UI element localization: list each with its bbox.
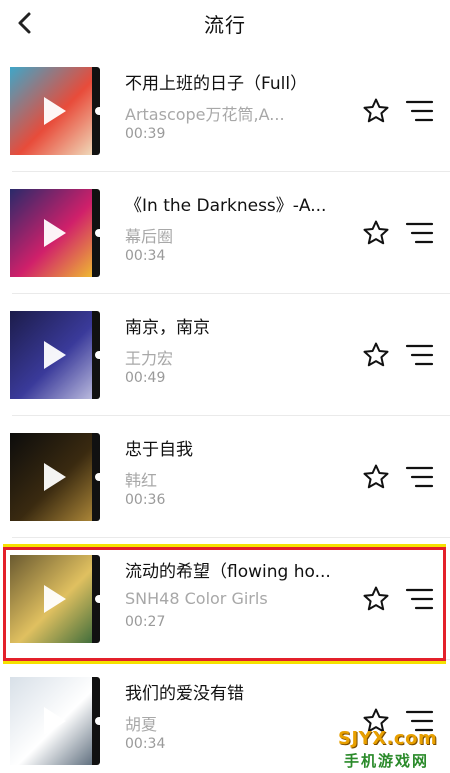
- album-cover[interactable]: [10, 433, 100, 521]
- favorite-button[interactable]: [362, 97, 390, 125]
- header-bar: 流行: [0, 0, 450, 46]
- add-to-list-button[interactable]: [404, 463, 434, 491]
- song-row[interactable]: 忠于自我 韩红 00:36: [0, 416, 450, 538]
- add-to-list-button[interactable]: [404, 97, 434, 125]
- play-icon[interactable]: [44, 463, 66, 491]
- play-icon[interactable]: [44, 97, 66, 125]
- watermark-name: 手机游戏网: [344, 752, 430, 770]
- add-to-list-icon: [405, 100, 434, 122]
- watermark-logo: SJYX.com 手机游戏网: [330, 728, 448, 773]
- favorite-button[interactable]: [362, 463, 390, 491]
- star-outline-icon: [363, 220, 389, 245]
- song-artist: 王力宏: [125, 349, 174, 368]
- watermark-site: SJYX.com: [338, 728, 438, 749]
- play-icon[interactable]: [44, 707, 66, 735]
- favorite-button[interactable]: [362, 219, 390, 247]
- vinyl-disc-edge: [92, 67, 100, 155]
- page-title: 流行: [204, 13, 246, 37]
- song-duration: 00:49: [125, 370, 166, 386]
- song-row[interactable]: 南京，南京 王力宏 00:49: [0, 294, 450, 416]
- star-outline-icon: [363, 342, 389, 367]
- vinyl-disc-edge: [92, 677, 100, 765]
- song-row[interactable]: 不用上班的日子（Full） Artascope万花筒,A... 00:39: [0, 50, 450, 172]
- song-list: 不用上班的日子（Full） Artascope万花筒,A... 00:39 《I…: [0, 50, 450, 773]
- star-outline-icon: [363, 98, 389, 123]
- song-title[interactable]: 不用上班的日子（Full）: [125, 69, 345, 94]
- play-icon[interactable]: [44, 219, 66, 247]
- song-artist: Artascope万花筒,A...: [125, 105, 285, 124]
- play-icon[interactable]: [44, 341, 66, 369]
- add-to-list-button[interactable]: [404, 341, 434, 369]
- album-cover[interactable]: [10, 311, 100, 399]
- song-row[interactable]: 《In the Darkness》-A... 幕后圈 00:34: [0, 172, 450, 294]
- favorite-button[interactable]: [362, 341, 390, 369]
- song-duration: 00:36: [125, 492, 166, 508]
- vinyl-disc-edge: [92, 189, 100, 277]
- add-to-list-icon: [405, 344, 434, 366]
- song-artist: 胡夏: [125, 715, 158, 734]
- album-cover[interactable]: [10, 67, 100, 155]
- vinyl-disc-edge: [92, 311, 100, 399]
- song-title[interactable]: 我们的爱没有错: [125, 679, 345, 704]
- song-title[interactable]: 南京，南京: [125, 313, 345, 338]
- song-duration: 00:34: [125, 736, 166, 752]
- song-duration: 00:34: [125, 248, 166, 264]
- album-cover[interactable]: [10, 677, 100, 765]
- song-title[interactable]: 《In the Darkness》-A...: [125, 191, 345, 216]
- add-to-list-icon: [405, 222, 434, 244]
- song-duration: 00:39: [125, 126, 166, 142]
- album-cover[interactable]: [10, 189, 100, 277]
- add-to-list-icon: [405, 466, 434, 488]
- song-title[interactable]: 忠于自我: [125, 435, 345, 460]
- highlight-box: [3, 544, 446, 664]
- star-outline-icon: [363, 464, 389, 489]
- song-artist: 韩红: [125, 471, 158, 490]
- vinyl-disc-edge: [92, 433, 100, 521]
- add-to-list-button[interactable]: [404, 219, 434, 247]
- song-artist: 幕后圈: [125, 227, 174, 246]
